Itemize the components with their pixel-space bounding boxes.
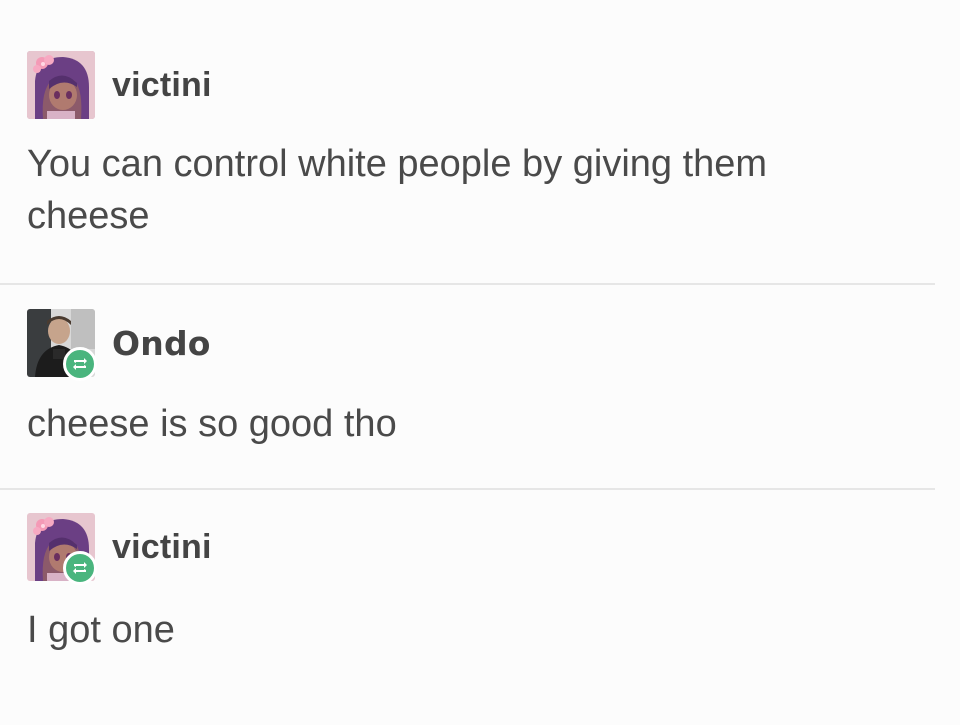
post-text: You can control white people by giving t… [27,143,768,237]
username[interactable]: victini [112,66,212,105]
username[interactable]: Ondo [112,324,211,363]
reblog-badge [63,347,97,381]
avatar[interactable] [27,309,97,381]
post-header: victini [27,50,212,120]
anime-girl-avatar-icon [27,51,95,119]
reblog-icon [73,562,87,574]
reblog-badge [63,551,97,585]
reblog-thread: victini You can control white people by … [0,0,960,725]
post-text: I got one [27,609,175,651]
avatar[interactable] [27,513,97,585]
divider [0,488,935,490]
post-text: cheese is so good tho [27,403,397,445]
post-header: victini [27,512,212,585]
divider [0,283,935,285]
post-header: Ondo [27,308,211,381]
username[interactable]: victini [112,528,212,567]
reblog-icon [73,358,87,370]
avatar[interactable] [27,51,95,119]
